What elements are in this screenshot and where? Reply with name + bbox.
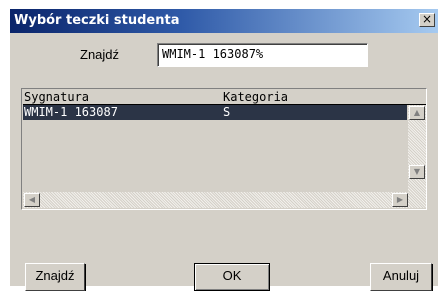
row-kategoria: S (223, 105, 231, 119)
list-row[interactable]: WMIM-1 163087 S (23, 105, 407, 120)
arrow-down-icon: ▼ (413, 167, 421, 176)
find-button[interactable]: Znajdź (25, 263, 85, 291)
cancel-button[interactable]: Anuluj (370, 263, 432, 291)
column-header-sygnatura[interactable]: Sygnatura (24, 90, 89, 104)
search-input[interactable]: WMIM-1 163087% (157, 43, 368, 67)
column-header-kategoria[interactable]: Kategoria (223, 90, 288, 104)
scroll-left-button[interactable]: ◀ (24, 193, 40, 207)
ok-button[interactable]: OK (194, 263, 270, 291)
title-bar[interactable]: Wybór teczki studenta × (10, 9, 438, 33)
scroll-down-button[interactable]: ▼ (409, 165, 425, 179)
list-header: Sygnatura Kategoria (23, 90, 426, 105)
search-label: Znajdź (80, 47, 120, 62)
row-sygnatura: WMIM-1 163087 (24, 105, 118, 119)
vertical-scrollbar[interactable]: ▲ ▼ (408, 105, 426, 208)
arrow-up-icon: ▲ (413, 108, 421, 117)
dialog-title: Wybór teczki studenta (14, 13, 180, 28)
scroll-right-button[interactable]: ▶ (392, 193, 408, 207)
results-list[interactable]: Sygnatura Kategoria WMIM-1 163087 S ▲ ▼ … (21, 88, 427, 210)
arrow-right-icon: ▶ (396, 195, 404, 204)
horizontal-scrollbar[interactable]: ◀ ▶ (23, 192, 408, 208)
close-icon: × (421, 12, 433, 26)
scroll-up-button[interactable]: ▲ (409, 106, 425, 120)
close-button[interactable]: × (419, 13, 435, 27)
arrow-left-icon: ◀ (28, 195, 36, 204)
student-file-dialog: Wybór teczki studenta × Znajdź WMIM-1 16… (9, 8, 438, 291)
